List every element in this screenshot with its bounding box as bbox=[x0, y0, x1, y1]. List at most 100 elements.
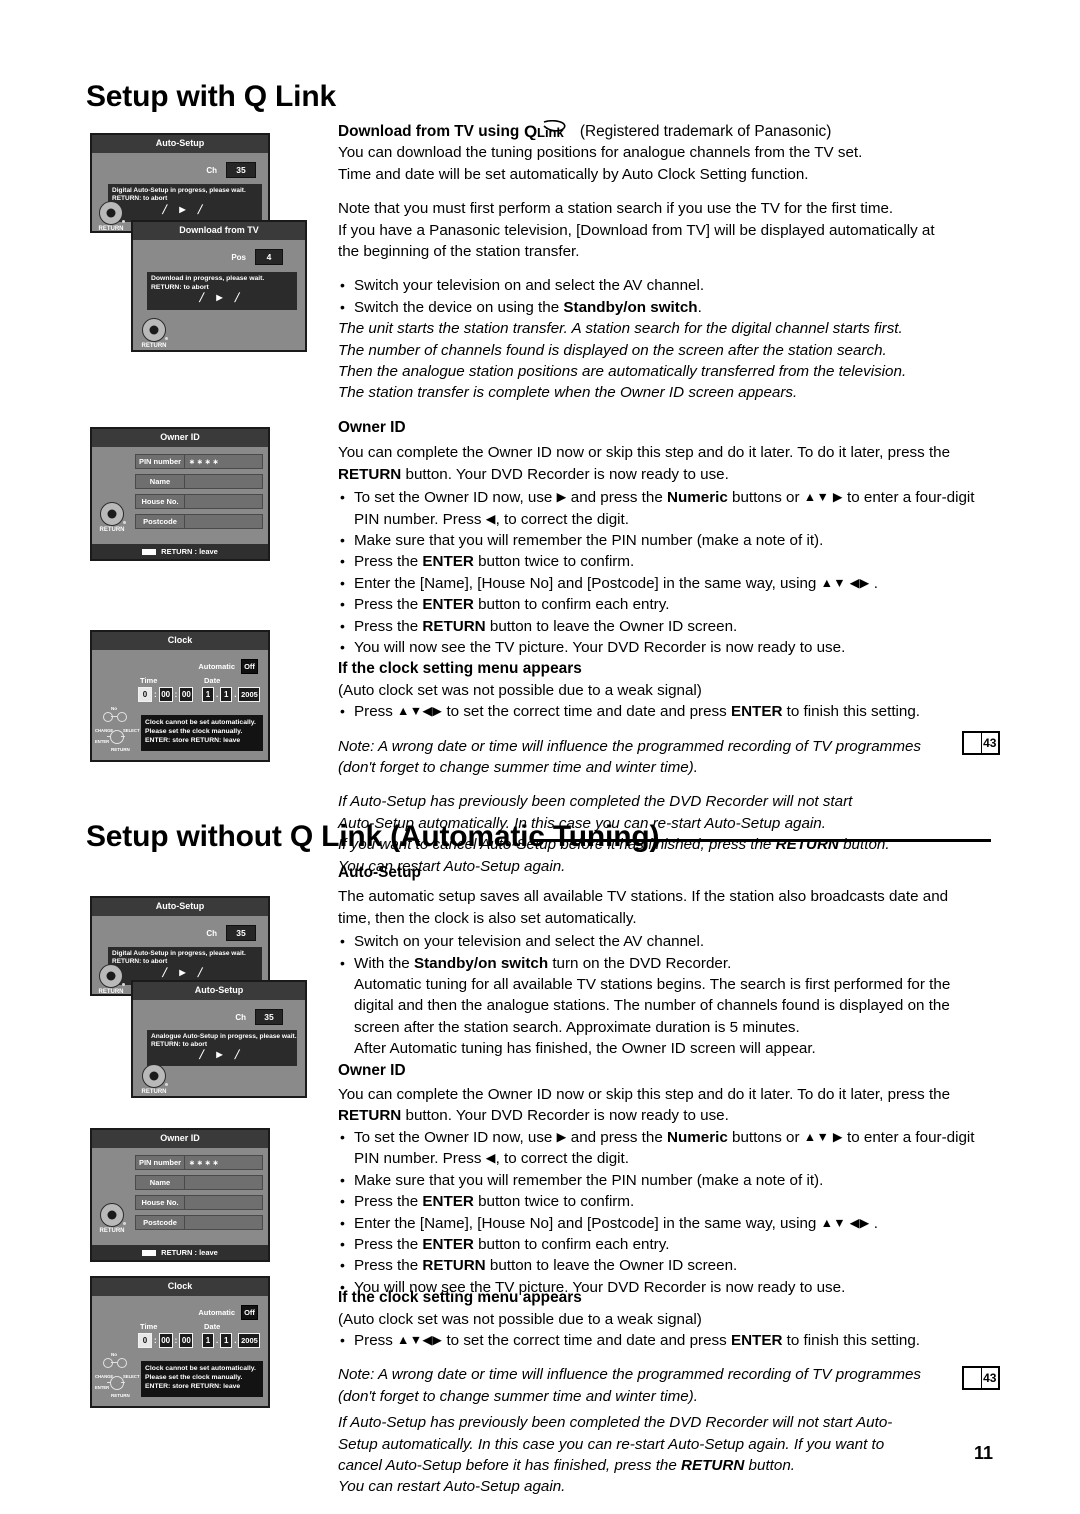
download-heading-text: Download from TV using bbox=[338, 123, 520, 140]
message-line-3: ENTER: store RETURN: leave bbox=[145, 737, 241, 744]
updown-right-arrow-icon: ▲▼ ▶ bbox=[803, 490, 843, 505]
screen-download-from-tv: Download from TV Pos 4 Download in progr… bbox=[131, 220, 307, 352]
list-item: Press the ENTER button twice to confirm. bbox=[338, 1191, 1000, 1213]
field-row-name: Name bbox=[135, 1175, 263, 1190]
b4-pre: Enter the [Name], [House No] and [Postco… bbox=[354, 1214, 821, 1232]
message-line-2: Please set the clock manually. bbox=[145, 728, 243, 735]
date-month: 1 bbox=[220, 1333, 233, 1348]
b4-pre: Enter the [Name], [House No] and [Postco… bbox=[354, 574, 821, 592]
footer-label: RETURN : leave bbox=[161, 1248, 218, 1257]
field-row-house-no: House No. bbox=[135, 494, 263, 509]
nav-pad-icon: RETURN bbox=[96, 1203, 128, 1234]
italic-line-4: The station transfer is complete when th… bbox=[338, 384, 798, 402]
screen-title: Download from TV bbox=[133, 222, 305, 240]
footer-label: RETURN : leave bbox=[161, 547, 218, 556]
b3-bold: ENTER bbox=[422, 1193, 474, 1211]
field-label: House No. bbox=[135, 494, 185, 509]
list-item: Press the RETURN button to leave the Own… bbox=[338, 1255, 1000, 1277]
bullet-text-pre: Switch the device on using the bbox=[354, 298, 564, 316]
updown-right-arrow-icon: ▲▼ ▶ bbox=[803, 1129, 843, 1144]
four-arrow-icon: ▲▼◀▶ bbox=[397, 1332, 443, 1347]
progress-indicator: ╱ ▶ ╱ bbox=[162, 968, 208, 977]
page-reference-icon-1: 43 bbox=[962, 731, 1000, 755]
date-year: 2005 bbox=[238, 1333, 261, 1348]
date-digits: 1 . 1 . 2005 bbox=[202, 687, 261, 702]
b3-pre: Press the bbox=[354, 553, 423, 571]
b7-text: You will now see the TV picture. Your DV… bbox=[354, 638, 846, 656]
field-label: PIN number bbox=[135, 454, 185, 469]
restart-auto-setup-note-2: If Auto-Setup has previously been comple… bbox=[338, 1412, 1000, 1498]
station-search-note: Note that you must first perform a stati… bbox=[338, 198, 1000, 262]
field-label: Postcode bbox=[135, 1215, 185, 1230]
date-day: 1 bbox=[202, 1333, 214, 1348]
b3-bold: ENTER bbox=[422, 553, 474, 571]
message-line-1: Analogue Auto-Setup in progress, please … bbox=[151, 1033, 297, 1040]
channel-label: Ch bbox=[235, 1012, 246, 1022]
channel-value: 35 bbox=[226, 162, 256, 178]
field-value: ∗∗∗∗ bbox=[185, 1155, 263, 1170]
auto-setup-bullets: Switch on your television and select the… bbox=[338, 931, 1000, 1059]
pad-label-select: SELECT bbox=[123, 728, 140, 733]
progress-message-box: Digital Auto-Setup in progress, please w… bbox=[108, 184, 262, 222]
message-line-2: RETURN: to abort bbox=[112, 958, 168, 965]
owner-id-block: Owner ID You can complete the Owner ID n… bbox=[338, 417, 1000, 485]
progress-indicator: ╱ ▶ ╱ bbox=[199, 1050, 245, 1059]
message-line-2: Please set the clock manually. bbox=[145, 1374, 243, 1381]
rl3-pre: cancel Auto-Setup before it has finished… bbox=[338, 1456, 682, 1474]
clock-message-box: Clock cannot be set automatically. Pleas… bbox=[141, 715, 263, 751]
screen-title: Owner ID bbox=[92, 429, 268, 447]
field-label: House No. bbox=[135, 1195, 185, 1210]
owner-intro-pre: You can complete the Owner ID now or ski… bbox=[338, 444, 951, 462]
manual-page: Setup with Q Link Auto-Setup Ch 35 Digit… bbox=[0, 0, 1080, 1514]
pad-label-no: No bbox=[111, 706, 117, 711]
automatic-value: Off bbox=[241, 659, 258, 674]
key-icon bbox=[142, 548, 157, 555]
automatic-label: Automatic bbox=[198, 1308, 235, 1317]
restart-line-1: If Auto-Setup has previously been comple… bbox=[338, 1414, 893, 1432]
b2-cont-4: After Automatic tuning has finished, the… bbox=[354, 1040, 816, 1058]
nav-pad-label: RETURN bbox=[99, 527, 125, 533]
list-item: Press ▲▼◀▶ to set the correct time and d… bbox=[338, 701, 1000, 723]
date-label: Date bbox=[204, 676, 221, 685]
list-item: Enter the [Name], [House No] and [Postco… bbox=[338, 573, 1000, 595]
rl3-post: button. bbox=[744, 1456, 795, 1474]
date-digits: 1 . 1 . 2005 bbox=[202, 1333, 261, 1348]
download-from-tv-block: Download from TV using Q Link (Registere… bbox=[338, 120, 1000, 185]
date-day: 1 bbox=[202, 687, 214, 702]
message-line-2: RETURN: to abort bbox=[112, 195, 168, 202]
clock-bullets: Press ▲▼◀▶ to set the correct time and d… bbox=[338, 701, 1000, 723]
page-reference-number: 43 bbox=[983, 736, 997, 750]
field-label: Postcode bbox=[135, 514, 185, 529]
section-1-body: Download from TV using Q Link (Registere… bbox=[338, 120, 1000, 877]
b5-pre: Press the bbox=[354, 596, 423, 614]
list-item: To set the Owner ID now, use ▶ and press… bbox=[338, 487, 1000, 530]
note-italic-2: (don't forget to change summer time and … bbox=[338, 1387, 698, 1405]
right-arrow-icon: ▶ bbox=[556, 490, 567, 505]
field-label: Name bbox=[135, 474, 185, 489]
download-heading-suffix: (Registered trademark of Panasonic) bbox=[579, 123, 832, 140]
list-item: Enter the [Name], [House No] and [Postco… bbox=[338, 1213, 1000, 1235]
four-arrow-icon: ▲▼◀▶ bbox=[397, 704, 443, 719]
transfer-description: The unit starts the station transfer. A … bbox=[338, 318, 1000, 404]
b1-bold: Numeric bbox=[667, 1128, 728, 1146]
bullet-text-post: . bbox=[697, 298, 702, 316]
auto-setup-line-2: time, then the clock is also set automat… bbox=[338, 909, 637, 927]
book-left-page-icon bbox=[964, 1368, 982, 1388]
cb-bold: ENTER bbox=[730, 1331, 783, 1349]
time-minute: 00 bbox=[158, 687, 173, 702]
screen-owner-id-2: Owner ID PIN number ∗∗∗∗ Name House No. … bbox=[90, 1128, 270, 1262]
b7-text: You will now see the TV picture. Your DV… bbox=[354, 1278, 846, 1296]
b2-text: Make sure that you will remember the PIN… bbox=[354, 1171, 824, 1189]
section-heading-setup-without-qlink: Setup without Q Link (Automatic Tuning) bbox=[86, 820, 660, 853]
key-icon bbox=[142, 1249, 157, 1256]
screen-clock-2: Clock Automatic Off Time Date 0 : 00 : 0… bbox=[90, 1276, 270, 1408]
heading-rule bbox=[533, 839, 991, 842]
position-value: 4 bbox=[255, 249, 283, 265]
b6-bold: RETURN bbox=[422, 617, 486, 635]
pad-label-select: SELECT bbox=[123, 1374, 140, 1379]
screen-footer-bar: RETURN : leave bbox=[92, 1245, 268, 1260]
restart-line-1: If Auto-Setup has previously been comple… bbox=[338, 793, 853, 811]
date-year: 2005 bbox=[238, 687, 261, 702]
section-2-body: Auto-Setup The automatic setup saves all… bbox=[338, 862, 1000, 1498]
intro-line-2: Time and date will be set automatically … bbox=[338, 165, 809, 183]
